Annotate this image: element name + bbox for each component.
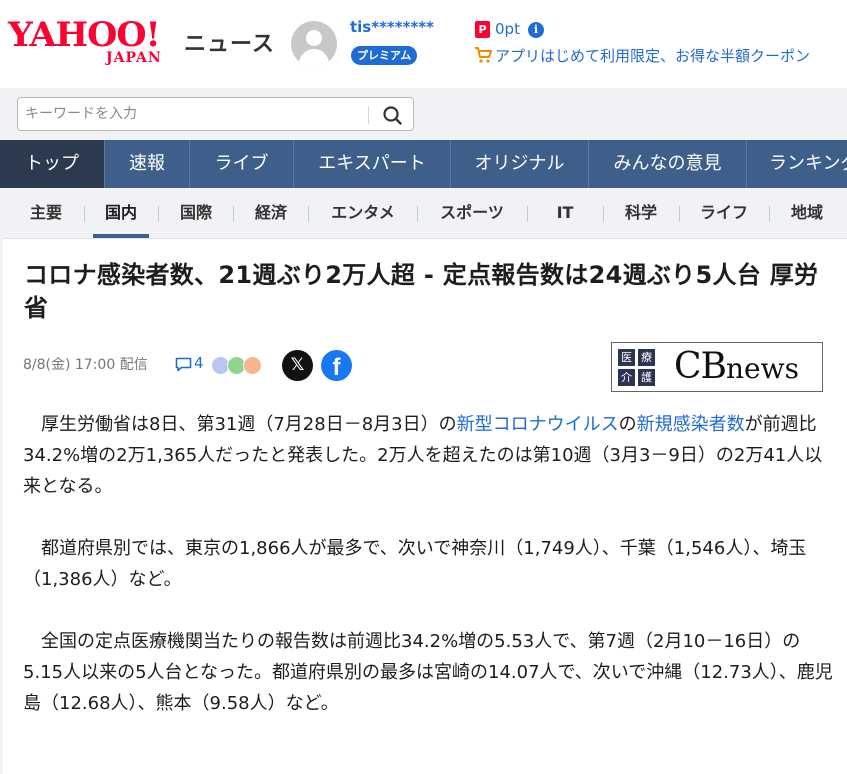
tab-domestic[interactable]: 国内	[93, 188, 149, 238]
tab-domestic-label: 国内	[104, 203, 137, 222]
nav-item-breaking[interactable]: 速報	[105, 140, 190, 188]
tab-economy[interactable]: 経済	[243, 188, 299, 238]
nav-item-ranking[interactable]: ランキング	[747, 140, 847, 188]
article-card: コロナ感染者数、21週ぶり2万人超 - 定点報告数は24週ぶり5人台 厚労省 8…	[3, 238, 847, 774]
nav-item-live[interactable]: ライブ	[190, 140, 294, 188]
share-facebook-icon[interactable]: f	[321, 350, 352, 381]
comment-count[interactable]: 4	[194, 354, 204, 372]
category-nav: 主要 国内 国際 経済 エンタメ スポーツ IT 科学 ライフ 地域	[0, 188, 847, 238]
search-box	[17, 97, 414, 131]
nav-item-top[interactable]: トップ	[0, 140, 105, 188]
tab-main[interactable]: 主要	[20, 188, 72, 238]
coupon-promo-link[interactable]: アプリはじめて利用限定、お得な半額クーポン	[495, 45, 810, 66]
tab-science[interactable]: 科学	[613, 188, 669, 238]
search-icon[interactable]	[378, 102, 408, 128]
nav-item-original[interactable]: オリジナル	[451, 140, 589, 188]
cbnews-logo[interactable]: 医 療 介 護 CBnews	[611, 342, 823, 392]
tab-entertainment[interactable]: エンタメ	[318, 188, 408, 238]
reaction-new-view-icon[interactable]	[243, 356, 262, 375]
tab-international[interactable]: 国際	[168, 188, 224, 238]
article-paragraph: 都道府県別では、東京の1,866人が最多で、次いで神奈川（1,749人）、千葉（…	[23, 538, 807, 590]
article-paragraph: 全国の定点医療機関当たりの報告数は前週比34.2%増の5.53人で、第7週（2月…	[23, 631, 833, 714]
search-divider	[368, 106, 369, 124]
logo-japan: JAPAN	[106, 50, 162, 66]
tab-it[interactable]: IT	[537, 188, 593, 238]
primary-nav: トップ 速報 ライブ エキスパート オリジナル みんなの意見 ランキング	[0, 140, 847, 188]
cart-icon	[475, 47, 492, 63]
nav-item-opinions[interactable]: みんなの意見	[589, 140, 747, 188]
info-icon[interactable]: i	[528, 22, 544, 38]
avatar-icon[interactable]	[291, 21, 337, 67]
keyword-link-new-cases[interactable]: 新規感染者数	[637, 414, 745, 435]
keyword-link-coronavirus[interactable]: 新型コロナウイルス	[457, 414, 619, 435]
tab-life[interactable]: ライフ	[689, 188, 759, 238]
comment-icon[interactable]	[175, 357, 192, 372]
username[interactable]: tis********	[350, 18, 434, 36]
logo-wordmark: YAHOO!	[8, 15, 161, 55]
points-value[interactable]: 0pt	[495, 20, 520, 38]
cbnews-logo-text: CBnews	[674, 346, 799, 387]
nav-item-expert[interactable]: エキスパート	[294, 140, 451, 188]
search-input[interactable]	[19, 99, 364, 129]
paypay-points-icon: P	[475, 21, 490, 38]
article-paragraph: 厚生労働省は8日、第31週（7月28日－8月3日）の新型コロナウイルスの新規感染…	[23, 414, 823, 497]
site-header: YAHOO! JAPAN ニュース tis******** プレミアム P 0p…	[0, 0, 847, 88]
section-label[interactable]: ニュース	[184, 26, 275, 58]
tab-region[interactable]: 地域	[779, 188, 835, 238]
article-title: コロナ感染者数、21週ぶり2万人超 - 定点報告数は24週ぶり5人台 厚労省	[24, 261, 819, 322]
tab-sports[interactable]: スポーツ	[427, 188, 517, 238]
premium-badge[interactable]: プレミアム	[351, 46, 418, 65]
article-body: 厚生労働省は8日、第31週（7月28日－8月3日）の新型コロナウイルスの新規感染…	[23, 409, 833, 750]
share-x-icon[interactable]: 𝕏	[282, 350, 313, 381]
publish-time: 8/8(金) 17:00 配信	[23, 357, 148, 373]
yahoo-japan-logo[interactable]: YAHOO! JAPAN	[8, 16, 176, 72]
cbnews-logo-grid: 医 療 介 護	[618, 349, 656, 387]
